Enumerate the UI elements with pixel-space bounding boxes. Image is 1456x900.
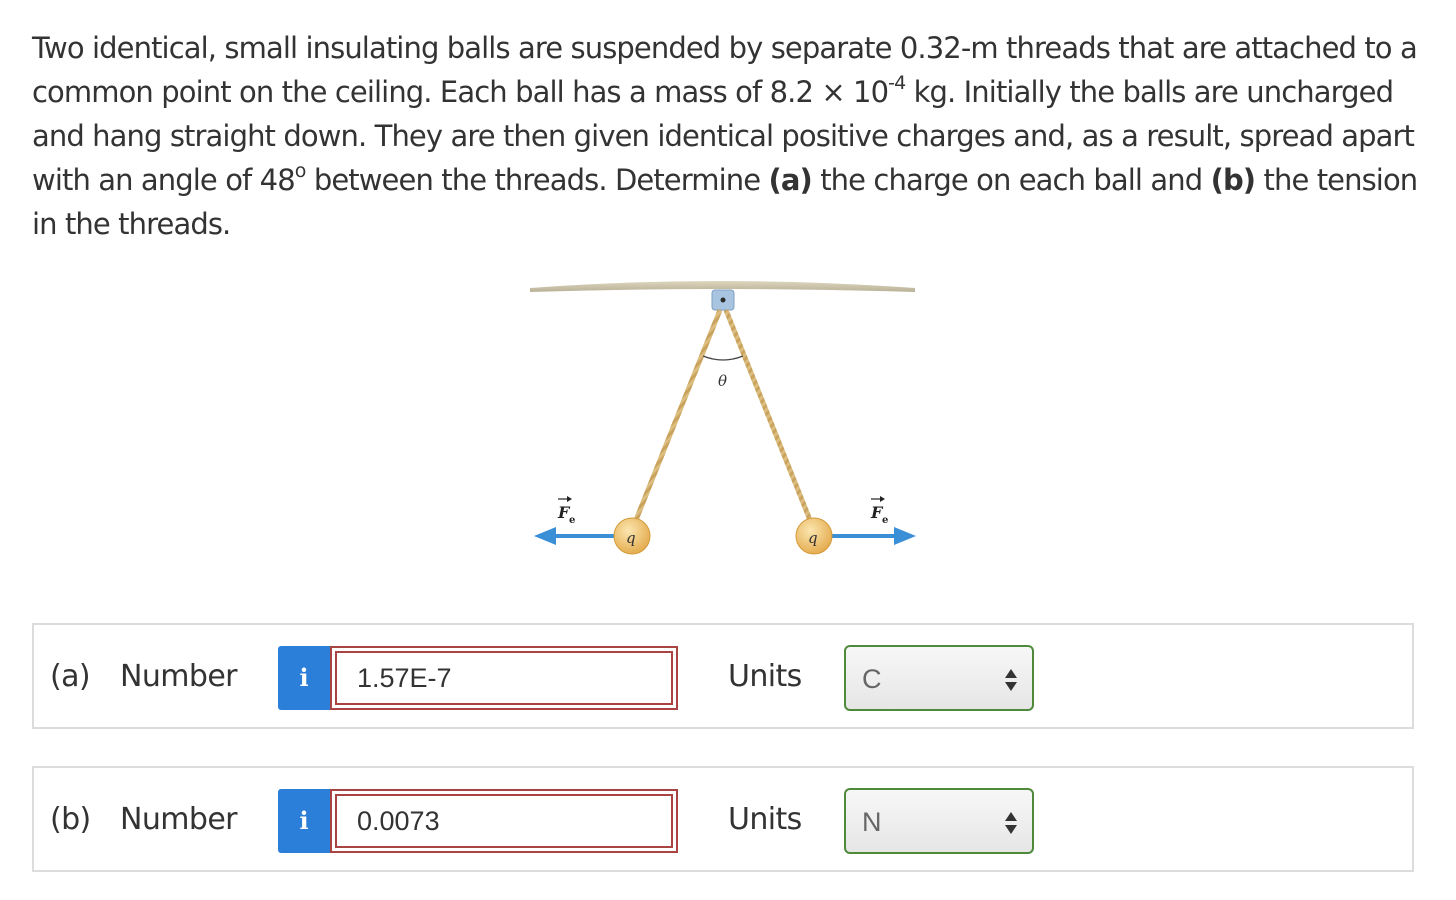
- select-arrows-icon: [1005, 669, 1017, 691]
- svg-text:e: e: [569, 515, 575, 526]
- exponent: -4: [888, 72, 906, 95]
- units-label: Units: [728, 659, 802, 694]
- number-field-wrapper: [330, 789, 678, 853]
- part-b-marker: (b): [1210, 163, 1256, 197]
- pendulum-diagram: θ q q F e F e: [530, 281, 916, 555]
- number-field-wrapper: [330, 646, 678, 710]
- right-thread: [723, 309, 817, 531]
- number-label: Number: [120, 659, 238, 694]
- pendulum-figure: θ q q F e F e: [520, 268, 930, 568]
- right-arrow-head: [894, 527, 916, 545]
- answer-a-input[interactable]: [335, 651, 673, 705]
- degree-symbol: o: [294, 160, 307, 183]
- info-icon[interactable]: i: [278, 789, 330, 853]
- units-selected-value: C: [862, 664, 882, 694]
- angle-arc: [702, 355, 744, 361]
- angle-label: θ: [718, 372, 727, 390]
- svg-text:e: e: [882, 515, 888, 526]
- left-arrow-head: [534, 527, 556, 545]
- problem-statement: Two identical, small insulating balls ar…: [32, 26, 1422, 246]
- part-label: (b): [50, 802, 91, 837]
- answer-row-a: (a) Number i Units C: [32, 623, 1414, 729]
- problem-text-4: the charge on each ball and: [811, 163, 1211, 197]
- left-thread: [629, 309, 723, 531]
- answer-b-input[interactable]: [335, 794, 673, 848]
- left-charge-label: q: [626, 529, 636, 547]
- select-arrows-icon: [1005, 812, 1017, 834]
- units-selected-value: N: [862, 807, 882, 837]
- part-label: (a): [50, 659, 91, 694]
- units-select-b[interactable]: N: [844, 788, 1034, 854]
- left-force-label: F e: [557, 496, 575, 526]
- right-force-label: F e: [870, 496, 888, 526]
- right-charge-label: q: [808, 529, 818, 547]
- units-label: Units: [728, 802, 802, 837]
- number-label: Number: [120, 802, 238, 837]
- part-a-marker: (a): [768, 163, 813, 197]
- answer-row-b: (b) Number i Units N: [32, 766, 1414, 872]
- problem-text-3: between the threads. Determine: [305, 163, 769, 197]
- info-icon[interactable]: i: [278, 646, 330, 710]
- units-select-a[interactable]: C: [844, 645, 1034, 711]
